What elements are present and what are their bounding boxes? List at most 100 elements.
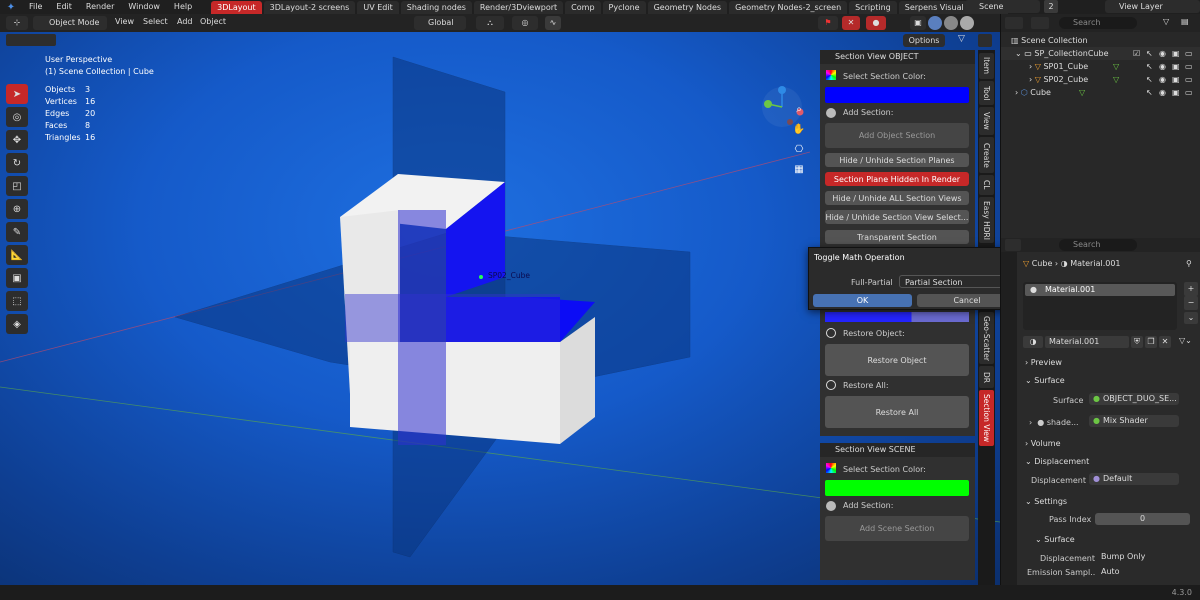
displacement-field[interactable]: ● Default [1089, 473, 1179, 485]
scale-tool-icon[interactable]: ◰ [6, 176, 28, 196]
duplicate-material-icon[interactable]: ❐ [1145, 336, 1157, 348]
annotate-tool-icon[interactable]: ✎ [6, 222, 28, 242]
wave-icon[interactable]: ∿ [545, 16, 561, 30]
scene-color-swatch[interactable] [825, 480, 969, 496]
outliner-row-cube[interactable]: › ⬡ Cube ▽ ↖ ◉ ▣ ▭ [1001, 86, 1200, 99]
pan-hand-icon[interactable]: ✋ [792, 124, 806, 138]
blender-logo-icon[interactable]: ✦ [0, 2, 22, 13]
properties-editor-icon[interactable] [1005, 239, 1021, 251]
tab-easy-hdri[interactable]: Easy HDRI [979, 197, 994, 243]
transform-tool-icon[interactable]: ⊕ [6, 199, 28, 219]
workspace-tab-4[interactable]: Render/3Dviewport [473, 1, 564, 14]
display-mode-icon[interactable] [1031, 17, 1049, 29]
tab-section-view[interactable]: Section View [979, 390, 994, 446]
proportional-edit-icon[interactable]: ◎ [512, 16, 538, 30]
displacement-panel-header[interactable]: ⌄ Displacement [1025, 457, 1089, 466]
ortho-grid-icon[interactable]: ▦ [792, 164, 806, 178]
expand-icon[interactable]: › [1029, 62, 1032, 71]
move-tool-icon[interactable]: ✥ [6, 130, 28, 150]
partial-color-bar[interactable] [825, 312, 969, 322]
outliner-collection-row[interactable]: ⌄ ▭ SP_CollectionCube ☑ ↖ ◉ ▣ ▭ [1001, 47, 1200, 60]
preview-panel-header[interactable]: › Preview [1025, 358, 1062, 367]
filter-icon[interactable]: ▽ [958, 34, 970, 47]
workspace-tab-5[interactable]: Comp [565, 1, 601, 14]
workspace-tab-8[interactable]: Geometry Nodes-2_screen [729, 1, 848, 14]
select-tool-icon[interactable]: ➤ [6, 84, 28, 104]
tab-cl[interactable]: CL [979, 175, 994, 195]
unlink-material-icon[interactable]: ✕ [1159, 336, 1171, 348]
outliner-filter-icon[interactable]: ▽ [1163, 17, 1169, 26]
add-object-section-button[interactable]: Add Object Section [825, 123, 969, 148]
diamond-tool-icon[interactable]: ◈ [6, 314, 28, 334]
surface-sub-header[interactable]: ⌄ Surface [1035, 535, 1075, 544]
pass-index-field[interactable]: 0 [1095, 513, 1190, 525]
menu-add[interactable]: Add [177, 17, 193, 26]
surface-panel-header[interactable]: ⌄ Surface [1025, 376, 1065, 385]
sp02-visibility-icon[interactable]: ◉ [1159, 73, 1166, 86]
collection-visibility-icon[interactable]: ◉ [1159, 47, 1166, 60]
expand-icon[interactable]: › [1029, 75, 1032, 84]
workspace-tab-2[interactable]: UV Edit [357, 1, 399, 14]
material-browse-icon[interactable]: ◑ [1023, 336, 1043, 348]
collection-checkbox-icon[interactable]: ☑ [1133, 47, 1140, 60]
emission-sampling-dropdown[interactable]: Auto [1095, 566, 1190, 578]
volume-panel-header[interactable]: › Volume [1025, 439, 1061, 448]
menu-select[interactable]: Select [143, 17, 168, 26]
tab-create[interactable]: Create [979, 137, 994, 173]
workspace-tab-1[interactable]: 3DLayout-2 screens [263, 1, 356, 14]
measure-tool-icon[interactable]: 📐 [6, 245, 28, 265]
cube-camera-icon[interactable]: ▣ [1172, 86, 1180, 99]
sp02-camera-icon[interactable]: ▣ [1172, 73, 1180, 86]
outliner-row-sp02[interactable]: › ▽ SP02_Cube ▽ ↖ ◉ ▣ ▭ [1001, 73, 1200, 86]
new-collection-icon[interactable]: ▤ [1181, 17, 1189, 26]
tab-dr[interactable]: DR [979, 366, 994, 388]
shading-solid-icon[interactable] [928, 16, 942, 30]
surface-field[interactable]: ● OBJECT_DUO_SE... [1089, 393, 1179, 405]
menu-window[interactable]: Window [121, 0, 167, 14]
workspace-tab-9[interactable]: Scripting [849, 1, 897, 14]
serpens-icon[interactable]: ⚑ [818, 16, 838, 30]
camera-view-icon[interactable]: ⎔ [792, 144, 806, 158]
filter-dropdown-icon[interactable]: ▽⌄ [1179, 336, 1197, 348]
menu-render[interactable]: Render [79, 0, 121, 14]
material-slot-list[interactable]: ● Material.001 [1023, 282, 1177, 330]
ok-button[interactable]: OK [813, 294, 912, 307]
add-slot-button[interactable]: + [1184, 282, 1198, 296]
shading-rendered-icon[interactable] [960, 16, 974, 30]
outliner-search[interactable]: Search [1059, 17, 1137, 29]
material-slot-row[interactable]: ● Material.001 [1025, 284, 1175, 296]
transparent-section-button[interactable]: Transparent Section [825, 230, 969, 244]
zoom-icon[interactable]: ⌕ [792, 104, 806, 118]
shader-field[interactable]: ● Mix Shader [1089, 415, 1179, 427]
mode-dropdown[interactable]: Object Mode [33, 16, 107, 30]
sp01-select-icon[interactable]: ↖ [1146, 60, 1153, 73]
hide-planes-button[interactable]: Hide / Unhide Section Planes [825, 153, 969, 167]
scene-selector[interactable]: Scene [965, 0, 1040, 13]
shader-row-label[interactable]: › ● shade... [1029, 418, 1079, 427]
select-mode-icons[interactable] [6, 34, 56, 46]
section-object-title[interactable]: Section View OBJECT [820, 50, 975, 64]
workspace-tab-6[interactable]: Pyclone [602, 1, 646, 14]
hide-all-views-button[interactable]: Hide / Unhide ALL Section Views [825, 191, 969, 205]
outliner-root[interactable]: ▥ Scene Collection [1001, 34, 1200, 47]
workspace-tab-0[interactable]: 3DLayout [211, 1, 262, 14]
collection-render-icon[interactable]: ▭ [1185, 47, 1193, 60]
sp01-visibility-icon[interactable]: ◉ [1159, 60, 1166, 73]
collection-expand-icon[interactable]: ⌄ [1015, 49, 1022, 58]
remove-slot-button[interactable]: − [1184, 296, 1198, 310]
sp02-render-icon[interactable]: ▭ [1185, 73, 1193, 86]
snap-icon[interactable]: ⛬ [476, 16, 504, 30]
cube-tool-icon[interactable]: ⬚ [6, 291, 28, 311]
cube-render-icon[interactable]: ▭ [1185, 86, 1193, 99]
tab-view[interactable]: View [979, 107, 994, 135]
restore-object-button[interactable]: Restore Object [825, 344, 969, 376]
section-color-swatch[interactable] [825, 87, 969, 103]
workspace-tab-7[interactable]: Geometry Nodes [647, 1, 728, 14]
cube-visibility-icon[interactable]: ◉ [1159, 86, 1166, 99]
fake-user-icon[interactable]: ⛨ [1131, 336, 1143, 348]
displacement-method-dropdown[interactable]: Bump Only [1095, 551, 1190, 563]
pin-icon[interactable]: ⚲ [1186, 259, 1192, 268]
collection-camera-icon[interactable]: ▣ [1172, 47, 1180, 60]
menu-help[interactable]: Help [167, 0, 199, 14]
menu-view[interactable]: View [115, 17, 134, 26]
